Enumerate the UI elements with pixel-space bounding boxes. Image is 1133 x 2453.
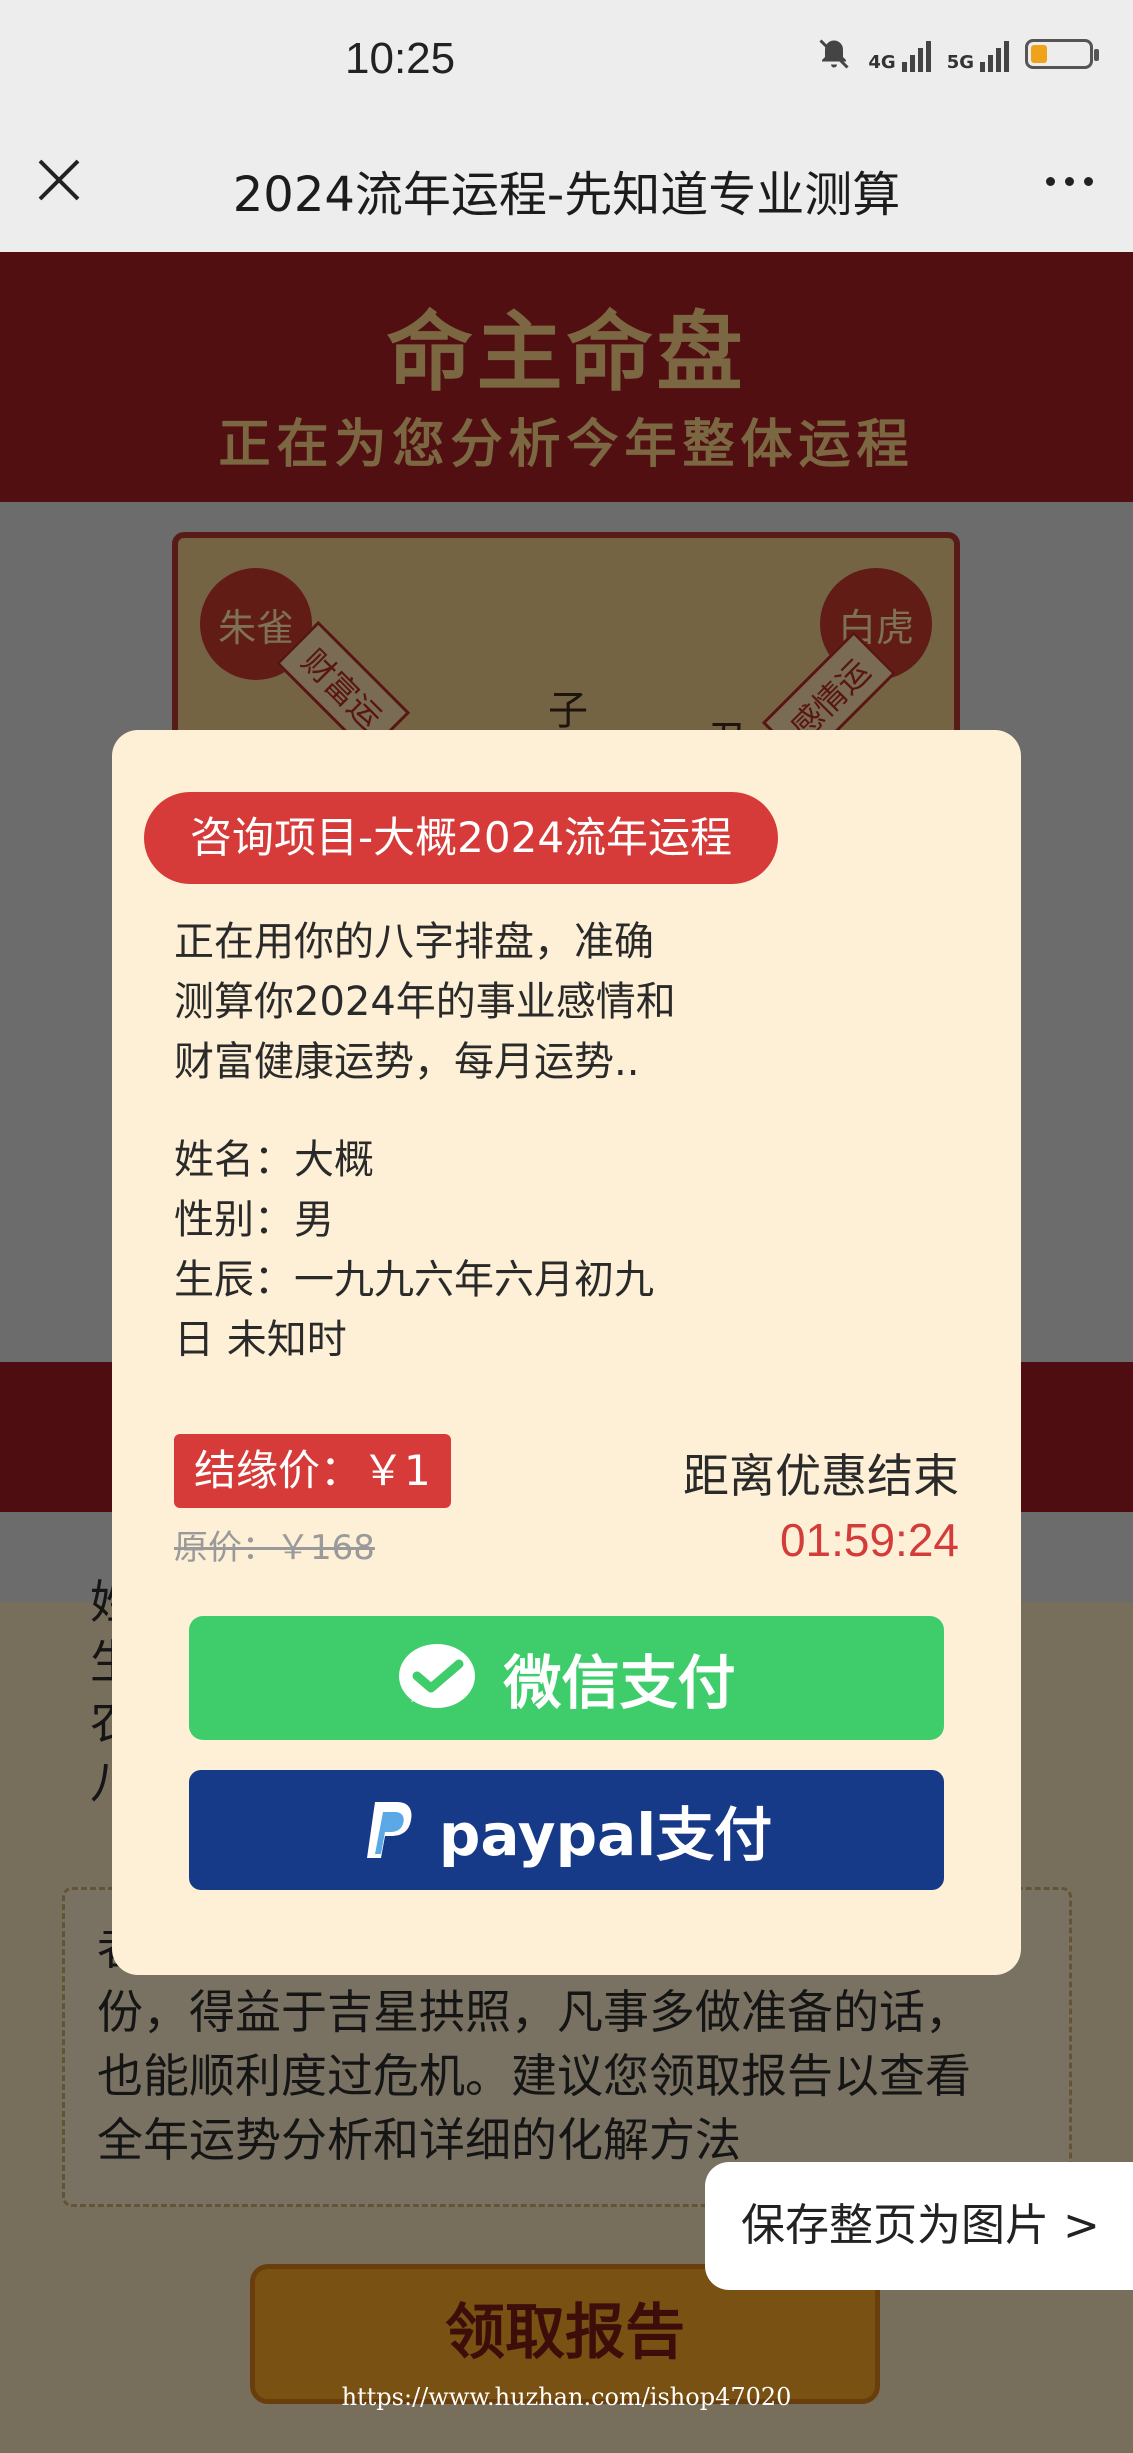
signal-bars-icon (901, 36, 931, 72)
paypal-icon (366, 1802, 412, 1858)
payment-modal: 咨询项目-大概2024流年运程 正在用你的八字排盘，准确 测算你2024年的事业… (112, 730, 1021, 1975)
paypal-pay-button[interactable]: paypal支付 (189, 1770, 944, 1890)
nav-bar: 2024流年运程-先知道专业测算 (0, 125, 1133, 252)
battery-fill (1031, 45, 1047, 63)
info-name: 姓名：大概 (174, 1137, 374, 1183)
countdown-timer: 01:59:24 (779, 1514, 959, 1566)
description-line: 测算你2024年的事业感情和 (174, 979, 676, 1025)
signal-5g: 5G (947, 36, 1009, 72)
mute-bell-icon (819, 39, 849, 69)
description-line: 正在用你的八字排盘，准确 (174, 919, 654, 965)
price-badge: 结缘价：￥1 (174, 1434, 451, 1508)
more-options-icon[interactable] (1046, 177, 1093, 186)
battery-icon (1025, 39, 1099, 69)
wechat-pay-label: 微信支付 (503, 1649, 736, 1717)
signal-4g: 4G (868, 36, 931, 73)
page-title: 2024流年运程-先知道专业测算 (232, 167, 901, 223)
save-page-as-image-button[interactable]: 保存整页为图片 > (705, 2162, 1133, 2290)
info-birth: 生辰：一九九六年六月初九 (174, 1257, 654, 1303)
user-info: 姓名：大概 性别：男 生辰：一九九六年六月初九 日 未知时 (174, 1130, 734, 1370)
status-bar: 10:25 4G 5G (0, 0, 1133, 125)
countdown-label: 距离优惠结束 (683, 1449, 959, 1503)
original-price: 原价：￥168 (174, 1528, 375, 1568)
status-time: 10:25 (345, 34, 456, 83)
status-icons: 4G 5G (816, 36, 1099, 73)
info-gender: 性别：男 (174, 1197, 334, 1243)
signal-bars-icon (980, 36, 1009, 72)
wechat-pay-icon (399, 1644, 476, 1708)
wechat-pay-button[interactable]: 微信支付 (189, 1616, 944, 1740)
network-5g-label: 5G (946, 52, 974, 73)
description-line: 财富健康运势，每月运势.. (174, 1039, 640, 1085)
info-birth-cont: 日 未知时 (174, 1317, 347, 1363)
network-4g-label: 4G (868, 52, 896, 73)
modal-description: 正在用你的八字排盘，准确 测算你2024年的事业感情和 财富健康运势，每月运势.… (174, 912, 734, 1092)
watermark-url: https://www.huzhan.com/ishop47020 (341, 2383, 792, 2411)
consult-item-tag: 咨询项目-大概2024流年运程 (144, 792, 779, 884)
paypal-pay-label: paypal支付 (438, 1801, 773, 1869)
